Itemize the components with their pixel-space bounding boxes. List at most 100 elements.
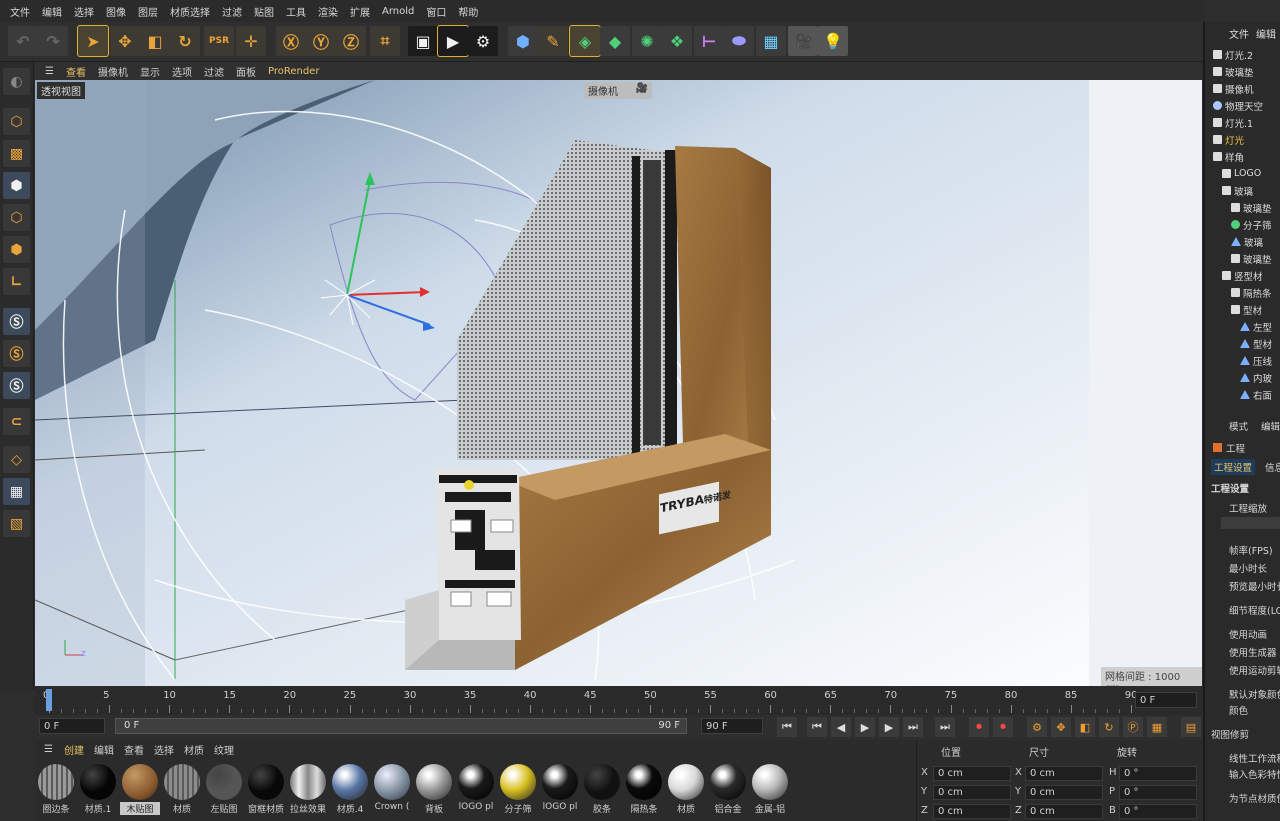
viewport-menu-item[interactable]: 面板 [230,64,262,79]
object-tree-item[interactable]: LOGO [1205,165,1280,182]
material-swatch[interactable]: 胶条 [582,764,622,821]
key-pla-icon[interactable]: ▦ [1147,717,1167,737]
deformer-icon[interactable]: ✺ [632,26,662,56]
workplane-sync-icon[interactable]: ▧ [3,510,30,537]
z-axis-lock-icon[interactable]: Ⓩ [336,26,366,56]
key-param-icon[interactable]: Ⓟ [1123,717,1143,737]
object-tree-item[interactable]: 内玻 [1205,369,1280,386]
viewport-menu-item[interactable]: ProRender [262,66,325,77]
camera-icon[interactable]: 🎥 [788,26,818,56]
material-menu-item[interactable]: 创建 [59,742,89,757]
object-tree-item[interactable]: 玻璃垫 [1205,63,1280,80]
workplane-icon[interactable]: ◇ [3,446,30,473]
viewport-menu-item[interactable]: 选项 [166,64,198,79]
coord-pos-field[interactable]: 0 cm [933,785,1011,800]
om-edit-menu[interactable]: 编辑 [1254,26,1280,42]
object-tree-item[interactable]: 右面 [1205,386,1280,403]
material-swatch[interactable]: 圈边条 [36,764,76,821]
goto-start-icon[interactable]: ⏮ [777,717,797,737]
end-frame-field[interactable]: 90 F [701,718,763,734]
material-swatch[interactable]: 木贴图 [120,764,160,821]
coord-size-field[interactable]: 0 cm [1025,766,1103,781]
material-swatch[interactable]: 左贴图 [204,764,244,821]
menu-item[interactable]: 图层 [132,4,164,19]
points-mode-icon[interactable]: ⬡ [3,204,30,231]
psr-tool-icon[interactable]: PSR [204,26,234,56]
material-swatch[interactable]: 材质.1 [78,764,118,821]
field-icon[interactable]: ⬬ [724,26,754,56]
object-tree-item[interactable]: 玻璃垫 [1205,199,1280,216]
material-menu-item[interactable]: 材质 [179,742,209,757]
render-settings-icon[interactable]: ⚙ [468,26,498,56]
tab-info[interactable]: 信息 [1263,459,1280,475]
light-icon[interactable]: 💡 [818,26,848,56]
coordinate-system-icon[interactable]: ⌗ [370,26,400,56]
start-frame-field[interactable]: 0 F [39,718,105,734]
object-tree-item[interactable]: 隔热条 [1205,284,1280,301]
object-tree-item[interactable]: 灯光 [1205,131,1280,148]
lock-workplane-icon[interactable]: ▦ [3,478,30,505]
redo-button[interactable]: ↷ [38,26,68,56]
timeline-ruler[interactable]: 051015202530354045505560657075808590 0 F [35,687,1202,715]
current-frame-field[interactable]: 0 F [1135,692,1197,708]
menu-item[interactable]: 文件 [4,4,36,19]
material-swatch[interactable]: lOGO pl [540,764,580,821]
material-swatch[interactable]: lOGO pl [456,764,496,821]
x-axis-lock-icon[interactable]: Ⓧ [276,26,306,56]
om-file-menu[interactable]: 文件 [1205,26,1254,42]
material-menu-item[interactable]: 查看 [119,742,149,757]
menu-item[interactable]: 选择 [68,4,100,19]
play-icon[interactable]: ▶ [855,717,875,737]
render-picture-viewer-icon[interactable]: ▶ [437,25,469,57]
object-tree-item[interactable]: 左型 [1205,318,1280,335]
magnet-icon[interactable]: ⊂ [3,408,30,435]
camera-label[interactable]: 摄像机 🎥 [584,82,652,99]
menu-item[interactable]: 编辑 [36,4,68,19]
menu-item[interactable]: 工具 [280,4,312,19]
object-tree-item[interactable]: 型材 [1205,301,1280,318]
autokey-icon[interactable]: ⏺ [993,717,1013,737]
object-tree-item[interactable]: 型材 [1205,335,1280,352]
tab-project-settings[interactable]: 工程设置 [1211,459,1256,475]
prev-frame-icon[interactable]: ◀ [831,717,851,737]
viewport-menu-item[interactable]: 显示 [134,64,166,79]
menu-item[interactable]: 帮助 [452,4,484,19]
am-mode-menu[interactable]: 模式 [1229,419,1248,433]
project-scale-field[interactable] [1221,517,1280,529]
scale-tool-icon[interactable]: ◧ [140,26,170,56]
viewport-menu-item[interactable]: 查看 [60,64,92,79]
object-tree-item[interactable]: 样角 [1205,148,1280,165]
goto-end-icon[interactable]: ⏭ [935,717,955,737]
object-tree-item[interactable]: 玻璃 [1205,233,1280,250]
key-rotation-icon[interactable]: ↻ [1099,717,1119,737]
move-tool-icon[interactable]: ✥ [110,26,140,56]
y-axis-lock-icon[interactable]: Ⓨ [306,26,336,56]
menu-item[interactable]: 图像 [100,4,132,19]
snap-icon[interactable]: Ⓢ [3,308,30,335]
playhead[interactable] [46,689,52,711]
subdivision-icon[interactable]: ◈ [569,25,601,57]
key-scale-icon[interactable]: ◧ [1075,717,1095,737]
key-settings-icon[interactable]: ⚙ [1027,717,1047,737]
coord-pos-field[interactable]: 0 cm [933,766,1011,781]
record-keys-icon[interactable]: ⏺ [969,717,989,737]
object-tree-item[interactable]: 摄像机 [1205,80,1280,97]
polygons-mode-icon[interactable]: ⬢ [3,236,30,263]
material-swatch[interactable]: 铝合金 [708,764,748,821]
object-tree-item[interactable]: 物理天空 [1205,97,1280,114]
timeline-window-icon[interactable]: ▤ [1181,717,1201,737]
menu-item[interactable]: 扩展 [344,4,376,19]
rotate-tool-icon[interactable]: ↻ [170,26,200,56]
coord-rot-field[interactable]: 0 ° [1119,785,1197,800]
menu-item[interactable]: Arnold [376,6,420,17]
menu-item[interactable]: 窗口 [420,4,452,19]
material-swatch[interactable]: 窗框材质 [246,764,286,821]
viewport-menu-icon[interactable]: ☰ [39,66,60,77]
frame-range-slider[interactable]: 0 F 90 F [115,718,687,734]
coord-rot-field[interactable]: 0 ° [1119,766,1197,781]
quantize-icon[interactable]: Ⓢ [3,372,30,399]
next-frame-icon[interactable]: ▶ [879,717,899,737]
menu-item[interactable]: 材质选择 [164,4,216,19]
material-swatch[interactable]: Crown ( [372,764,412,821]
object-tree-item[interactable]: 竖型材 [1205,267,1280,284]
